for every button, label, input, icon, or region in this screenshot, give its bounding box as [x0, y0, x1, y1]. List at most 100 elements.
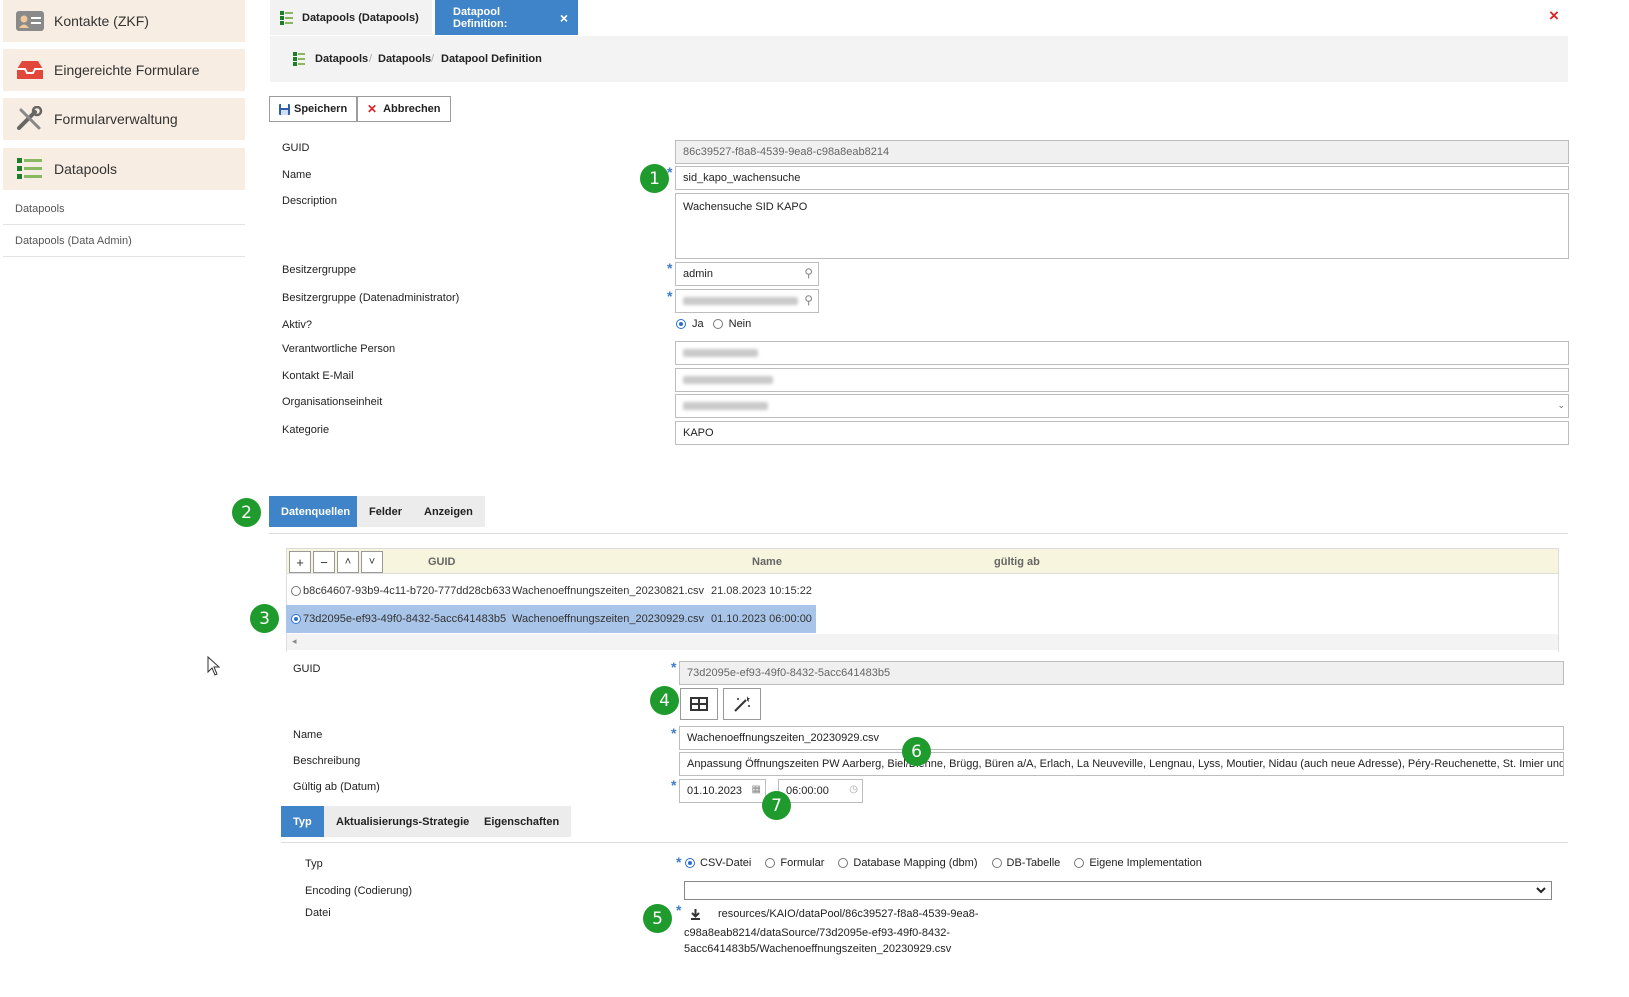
name-field[interactable]: sid_kapo_wachensuche: [675, 166, 1569, 190]
org-unit-select[interactable]: ⌄: [675, 394, 1569, 418]
tab-datenquellen[interactable]: Datenquellen: [269, 496, 363, 527]
sidebar-item-kontakte[interactable]: Kontakte (ZKF): [3, 0, 245, 42]
row-name: Wachenoeffnungszeiten_20230821.csv: [512, 585, 705, 597]
type-dbm-radio[interactable]: [838, 858, 849, 868]
valid-from-date-field[interactable]: 01.10.2023 ▦: [679, 779, 766, 803]
tab-datapool-definition[interactable]: Datapool Definition: ×: [435, 0, 578, 35]
table-row[interactable]: b8c64607-93b9-4c11-b720-777dd28cb633 Wac…: [286, 577, 816, 605]
responsible-person-field[interactable]: [675, 341, 1569, 365]
tab-eigenschaften[interactable]: Eigenschaften: [472, 806, 572, 837]
clock-icon[interactable]: ◷: [849, 784, 858, 795]
remove-row-button[interactable]: −: [313, 551, 335, 573]
table-row-selected[interactable]: 73d2095e-ef93-49f0-8432-5acc641483b5 Wac…: [286, 605, 816, 633]
tab-anzeigen[interactable]: Anzeigen: [412, 496, 485, 527]
active-yes-radio[interactable]: [676, 319, 686, 329]
blurred-value: [683, 297, 798, 305]
cancel-x-icon: ✕: [367, 102, 378, 116]
file-path-line[interactable]: c98a8eab8214/dataSource/73d2095e-ef93-49…: [684, 927, 950, 939]
owner-group-field[interactable]: admin ⚲: [675, 262, 819, 286]
row-guid: b8c64607-93b9-4c11-b720-777dd28cb633: [303, 585, 511, 597]
owner-group-admin-field[interactable]: ⚲: [675, 289, 819, 313]
active-no-radio[interactable]: [712, 319, 723, 329]
move-down-button[interactable]: ˅: [361, 551, 383, 573]
type-csv-radio[interactable]: [685, 858, 695, 868]
scroll-left-icon[interactable]: ◂: [292, 636, 297, 647]
tab-aktualisierungs-strategie[interactable]: Aktualisierungs-Strategie: [324, 806, 482, 837]
column-header-guid[interactable]: GUID: [428, 556, 456, 568]
tab-datapools[interactable]: Datapools (Datapools): [270, 0, 432, 35]
type-option-label: DB-Tabelle: [1006, 857, 1061, 869]
sidebar-item-formularverwaltung[interactable]: Formularverwaltung: [3, 98, 245, 140]
sidebar-subitem-datapools[interactable]: Datapools: [3, 194, 245, 225]
active-label: Aktiv?: [282, 319, 312, 331]
close-tab-icon[interactable]: ×: [560, 10, 568, 26]
lookup-icon[interactable]: ⚲: [804, 293, 813, 307]
detail-description-field[interactable]: Anpassung Öffnungszeiten PW Aarberg, Bie…: [679, 752, 1564, 776]
file-path-line[interactable]: 5acc641483b5/Wachenoeffnungszeiten_20230…: [684, 943, 951, 955]
tab-label: Datapool Definition:: [453, 5, 508, 30]
type-option-label: CSV-Datei: [700, 857, 752, 869]
breadcrumb-item: Datapool Definition: [441, 53, 542, 65]
column-header-name[interactable]: Name: [752, 556, 782, 568]
breadcrumb-separator: /: [431, 53, 435, 65]
cancel-button[interactable]: ✕ Abbrechen: [357, 96, 451, 122]
type-radio-group: CSV-Datei Formular Database Mapping (dbm…: [685, 857, 1202, 869]
file-path-line[interactable]: resources/KAIO/dataPool/86c39527-f8a8-45…: [718, 908, 979, 920]
owner-group-label: Besitzergruppe: [282, 264, 356, 276]
table-icon: [690, 697, 708, 711]
type-custom-radio[interactable]: [1074, 858, 1085, 868]
description-label: Description: [282, 195, 338, 207]
sidebar-item-eingereichte-formulare[interactable]: Eingereichte Formulare: [3, 49, 245, 91]
owner-group-value: admin: [683, 268, 713, 280]
breadcrumb-item[interactable]: Datapools: [378, 53, 431, 65]
cancel-button-label: Abbrechen: [383, 103, 441, 115]
row-select-radio[interactable]: [291, 586, 301, 596]
sidebar-item-label: Eingereichte Formulare: [54, 62, 200, 78]
move-up-button[interactable]: ˄: [337, 551, 359, 573]
category-field[interactable]: KAPO: [675, 421, 1569, 445]
detail-description-label: Beschreibung: [293, 755, 361, 767]
marker-2: 2: [232, 498, 261, 527]
sidebar-item-label: Kontakte (ZKF): [54, 13, 149, 29]
required-marker: *: [667, 288, 673, 304]
type-db-table-radio[interactable]: [991, 858, 1002, 868]
breadcrumb-separator: /: [369, 53, 373, 65]
encoding-label: Encoding (Codierung): [305, 885, 413, 897]
required-marker: *: [667, 164, 673, 180]
required-marker: *: [676, 902, 682, 918]
close-window-icon[interactable]: ×: [1549, 6, 1559, 26]
breadcrumb-item[interactable]: Datapools: [315, 53, 368, 65]
marker-6: 6: [902, 737, 931, 766]
magic-wand-button[interactable]: [723, 688, 761, 720]
required-marker: *: [671, 725, 677, 741]
row-select-radio[interactable]: [291, 614, 301, 624]
marker-3: 3: [250, 604, 279, 633]
sidebar-subitem-datapools-data-admin[interactable]: Datapools (Data Admin): [3, 226, 245, 257]
sidebar-item-datapools[interactable]: Datapools: [3, 148, 245, 190]
save-button[interactable]: Speichern: [269, 96, 358, 122]
active-yes-label: Ja: [692, 318, 704, 330]
contact-email-field[interactable]: [675, 368, 1569, 392]
table-view-button[interactable]: [680, 688, 718, 720]
encoding-select[interactable]: [684, 881, 1552, 900]
row-valid-from: 01.10.2023 06:00:00: [711, 613, 812, 625]
column-header-valid-from[interactable]: gültig ab: [994, 556, 1040, 568]
tab-felder[interactable]: Felder: [357, 496, 415, 527]
description-textarea[interactable]: Wachensuche SID KAPO: [675, 193, 1569, 259]
type-formular-radio[interactable]: [765, 858, 776, 868]
type-option-label: Formular: [780, 857, 825, 869]
horizontal-scrollbar[interactable]: ◂: [287, 634, 1558, 650]
download-icon[interactable]: [690, 909, 701, 920]
lookup-icon[interactable]: ⚲: [804, 266, 813, 280]
detail-name-field[interactable]: Wachenoeffnungszeiten_20230929.csv: [679, 726, 1564, 750]
active-no-label: Nein: [728, 318, 752, 330]
name-label: Name: [282, 169, 312, 181]
tab-typ[interactable]: Typ: [281, 806, 324, 837]
valid-from-time-field[interactable]: 06:00:00 ◷: [778, 779, 863, 803]
active-radio-group: Ja Nein: [676, 318, 751, 330]
breadcrumb: Datapools / Datapools / Datapool Definit…: [270, 36, 1568, 82]
detail-guid-label: GUID: [293, 663, 321, 675]
calendar-icon[interactable]: ▦: [752, 784, 761, 795]
category-label: Kategorie: [282, 424, 330, 436]
add-row-button[interactable]: +: [289, 551, 311, 573]
